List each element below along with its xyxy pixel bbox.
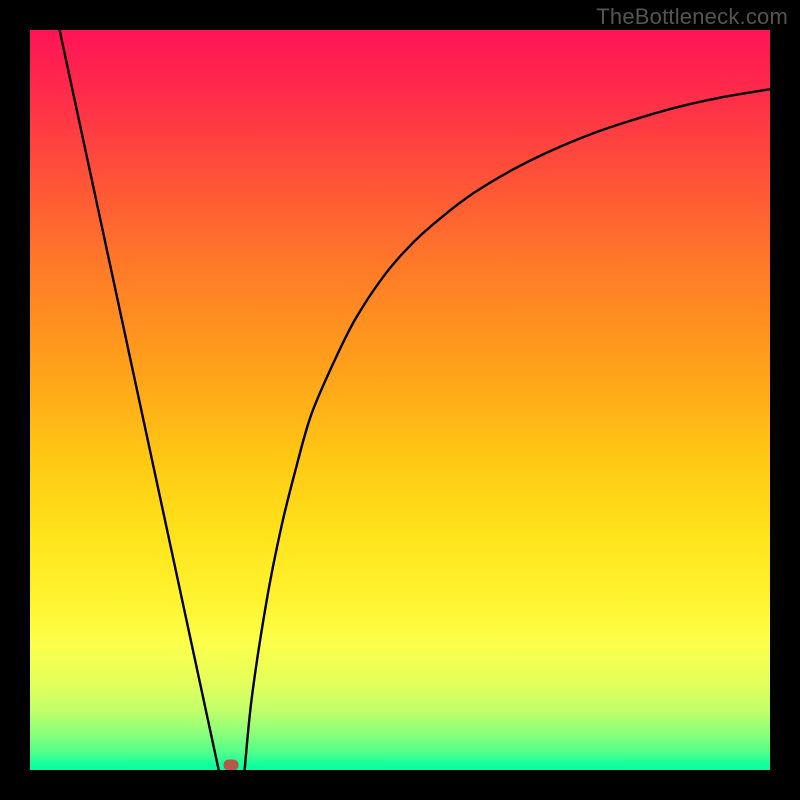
minimum-marker — [224, 759, 239, 770]
curve-svg — [30, 30, 770, 770]
curve-right-branch — [245, 89, 770, 770]
watermark-text: TheBottleneck.com — [596, 4, 788, 30]
plot-area — [30, 30, 770, 770]
curve-left-branch — [60, 30, 219, 770]
